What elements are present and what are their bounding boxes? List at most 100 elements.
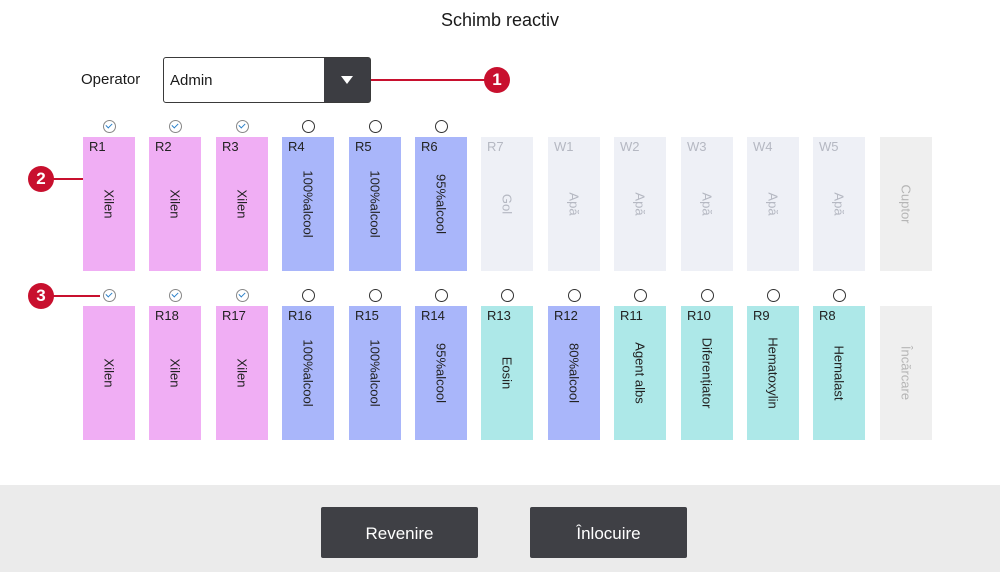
reagent-id: R18 (155, 308, 179, 323)
reagent-id: R14 (421, 308, 445, 323)
reagent-tile[interactable]: R11 Agent albs (614, 306, 666, 440)
reagent-id: R4 (288, 139, 305, 154)
reagent-id: R17 (222, 308, 246, 323)
reagent-tile[interactable]: W3 Apă (681, 137, 733, 271)
select-radio[interactable] (766, 289, 780, 302)
reagent-tile[interactable]: R7 Gol (481, 137, 533, 271)
reagent-tile[interactable]: R9 Hematoxylin (747, 306, 799, 440)
reagent-id: R2 (155, 139, 172, 154)
reagent-id: R9 (753, 308, 770, 323)
reagent-name: Încărcare (898, 345, 914, 401)
select-radio[interactable] (301, 289, 315, 302)
select-radio[interactable] (168, 289, 182, 302)
reagent-tile[interactable]: R1 Xilen (83, 137, 135, 271)
reagent-tile[interactable]: R15 100%alcool (349, 306, 401, 440)
select-radio[interactable] (235, 289, 249, 302)
select-radio[interactable] (700, 289, 714, 302)
reagent-id: R13 (487, 308, 511, 323)
reagent-tile[interactable]: Cuptor (880, 137, 932, 271)
reagent-id: R12 (554, 308, 578, 323)
reagent-tile[interactable]: W1 Apă (548, 137, 600, 271)
reagent-name: Agent albs (632, 342, 648, 404)
reagent-tile[interactable]: R5 100%alcool (349, 137, 401, 271)
reagent-id: R1 (89, 139, 106, 154)
reagent-id: R5 (355, 139, 372, 154)
reagent-name: Xilen (101, 189, 117, 219)
reagent-name: 95%alcool (433, 343, 449, 403)
select-radio[interactable] (102, 120, 116, 133)
callout-2: 2 (28, 166, 54, 192)
reagent-tile[interactable]: W4 Apă (747, 137, 799, 271)
select-radio[interactable] (368, 289, 382, 302)
select-radio[interactable] (434, 120, 448, 133)
reagent-name: Gol (499, 193, 515, 215)
reagent-name: 80%alcool (566, 343, 582, 403)
select-radio[interactable] (434, 289, 448, 302)
reagent-name: Diferențiator (699, 337, 715, 409)
operator-value: Admin (170, 72, 213, 89)
reagent-id: R7 (487, 139, 504, 154)
reagent-name: Apă (699, 192, 715, 216)
reagent-tile[interactable]: R8 Hemalast (813, 306, 865, 440)
reagent-id: R15 (355, 308, 379, 323)
reagent-id: W1 (554, 139, 574, 154)
reagent-name: 100%alcool (367, 339, 383, 407)
page-title: Schimb reactiv (440, 10, 560, 30)
select-radio[interactable] (567, 289, 581, 302)
select-radio[interactable] (301, 120, 315, 133)
reagent-tile[interactable]: R13 Eosin (481, 306, 533, 440)
reagent-name: Xilen (234, 189, 250, 219)
operator-label: Operator (81, 71, 141, 88)
reagent-id: R8 (819, 308, 836, 323)
reagent-id: R6 (421, 139, 438, 154)
footer-bar (0, 485, 1000, 572)
reagent-tile[interactable]: R12 80%alcool (548, 306, 600, 440)
select-radio[interactable] (500, 289, 514, 302)
reagent-tile[interactable]: R4 100%alcool (282, 137, 334, 271)
replace-button[interactable]: Înlocuire (530, 507, 687, 558)
reagent-name: Cuptor (898, 184, 914, 224)
reagent-tile[interactable]: R16 100%alcool (282, 306, 334, 440)
reagent-tile[interactable]: R2 Xilen (149, 137, 201, 271)
select-radio[interactable] (368, 120, 382, 133)
reagent-tile[interactable]: Xilen (83, 306, 135, 440)
back-button[interactable]: Revenire (321, 507, 478, 558)
reagent-id: R11 (620, 308, 643, 323)
reagent-tile[interactable]: R14 95%alcool (415, 306, 467, 440)
reagent-tile[interactable]: R6 95%alcool (415, 137, 467, 271)
reagent-name: Xilen (167, 358, 183, 388)
select-radio[interactable] (102, 289, 116, 302)
select-radio[interactable] (633, 289, 647, 302)
reagent-name: Xilen (101, 358, 117, 388)
select-radio[interactable] (235, 120, 249, 133)
reagent-tile[interactable]: R17 Xilen (216, 306, 268, 440)
callout-1-line (371, 79, 486, 81)
callout-3-line (52, 295, 100, 297)
reagent-tile[interactable]: R10 Diferențiator (681, 306, 733, 440)
reagent-id: W5 (819, 139, 839, 154)
reagent-name: 95%alcool (433, 174, 449, 234)
reagent-name: Xilen (167, 189, 183, 219)
reagent-tile[interactable]: R3 Xilen (216, 137, 268, 271)
reagent-id: W2 (620, 139, 640, 154)
callout-3: 3 (28, 283, 54, 309)
reagent-name: 100%alcool (300, 339, 316, 407)
reagent-name: Hemalast (831, 345, 847, 401)
reagent-tile[interactable]: Încărcare (880, 306, 932, 440)
operator-dropdown[interactable]: Admin (163, 57, 371, 103)
reagent-name: Apă (765, 192, 781, 216)
select-radio[interactable] (168, 120, 182, 133)
reagent-name: Apă (831, 192, 847, 216)
reagent-name: Eosin (499, 356, 515, 390)
reagent-id: W3 (687, 139, 707, 154)
reagent-id: R3 (222, 139, 239, 154)
reagent-name: 100%alcool (367, 170, 383, 238)
reagent-tile[interactable]: W5 Apă (813, 137, 865, 271)
reagent-name: Apă (632, 192, 648, 216)
reagent-name: 100%alcool (300, 170, 316, 238)
select-radio[interactable] (832, 289, 846, 302)
reagent-tile[interactable]: R18 Xilen (149, 306, 201, 440)
chevron-down-icon[interactable] (324, 58, 370, 102)
reagent-tile[interactable]: W2 Apă (614, 137, 666, 271)
reagent-id: R10 (687, 308, 711, 323)
